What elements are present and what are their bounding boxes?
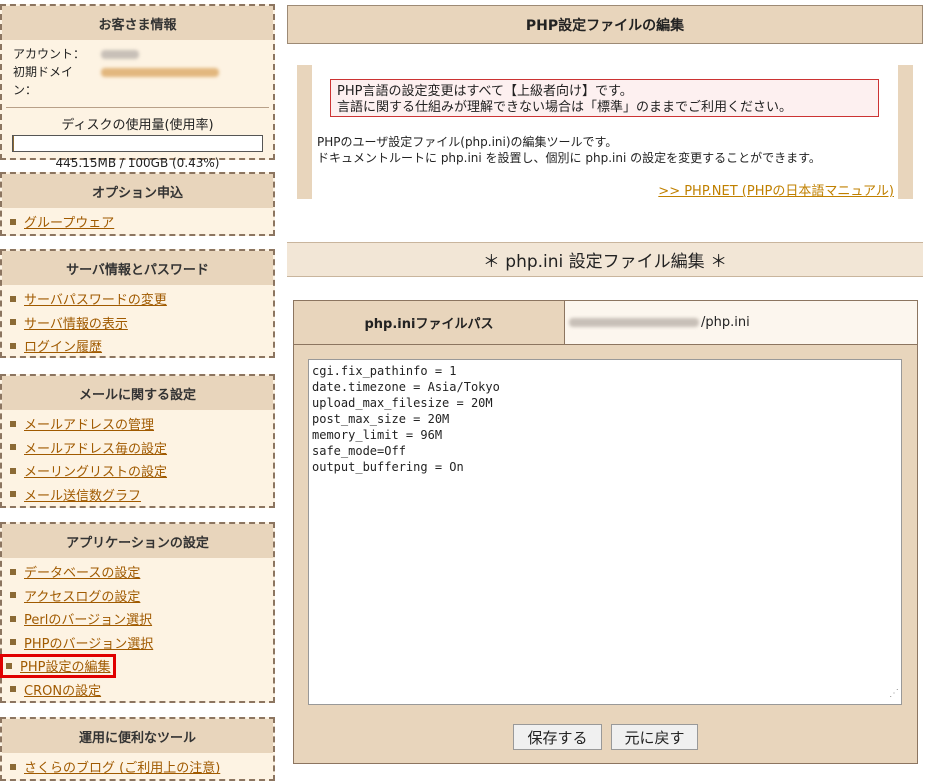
sidebar-link[interactable]: グループウェア [24, 212, 114, 231]
button-row: 保存する 元に戻す [294, 724, 917, 750]
path-suffix: /php.ini [701, 315, 750, 330]
info-panel: PHP言語の設定変更はすべて【上級者向け】です。 言語に関する仕組みが理解できな… [297, 65, 913, 199]
disk-usage-bar [12, 135, 263, 152]
revert-button[interactable]: 元に戻す [611, 724, 698, 750]
bullet-icon [10, 295, 16, 302]
tools-box: 運用に便利なツール さくらのブログ (ご利用上の注意) [0, 717, 275, 781]
bullet-icon [10, 615, 16, 622]
php-net-link[interactable]: >> PHP.NET (PHPの日本語マニュアル) [658, 180, 894, 199]
customer-info-box: お客さま情報 アカウント： 初期ドメイン： ディスクの使用量(使用率) 445.… [0, 4, 275, 170]
bullet-icon [10, 467, 16, 474]
bullet-icon [10, 420, 16, 427]
save-button[interactable]: 保存する [513, 724, 602, 750]
sidebar-link[interactable]: メール送信数グラフ [24, 485, 141, 504]
page-title: PHP設定ファイルの編集 [287, 5, 923, 44]
path-value: /php.ini [564, 301, 917, 344]
bullet-icon [10, 686, 16, 693]
description-line-2: ドキュメントルートに php.ini を設置し、個別に php.ini の設定を… [317, 151, 821, 165]
bullet-icon [6, 662, 12, 669]
code-line: cgi.fix_pathinfo = 1 [312, 364, 457, 378]
code-line: safe_mode=Off [312, 444, 406, 458]
sidebar-item-blog[interactable]: さくらのブログ (ご利用上の注意) [10, 755, 273, 779]
warning-line-1: PHP言語の設定変更はすべて【上級者向け】です。 [337, 84, 633, 99]
sidebar-link[interactable]: メールアドレスの管理 [24, 414, 154, 433]
sidebar-link[interactable]: サーバ情報の表示 [24, 313, 128, 332]
account-value-redacted [101, 50, 139, 59]
tools-title: 運用に便利なツール [2, 719, 273, 753]
sidebar-link[interactable]: サーバパスワードの変更 [24, 289, 167, 308]
domain-label: 初期ドメイン： [13, 65, 74, 97]
code-line: upload_max_filesize = 20M [312, 396, 493, 410]
sidebar-item-database[interactable]: データベースの設定 [10, 560, 273, 584]
path-label: php.iniファイルパス [364, 317, 494, 332]
description: PHPのユーザ設定ファイル(php.ini)の編集ツールです。 ドキュメントルー… [317, 134, 821, 166]
sidebar-item-php-version[interactable]: PHPのバージョン選択 [10, 631, 273, 655]
sidebar-link[interactable]: ログイン履歴 [24, 336, 102, 355]
sidebar-item-php-settings[interactable]: PHP設定の編集 [0, 653, 273, 678]
bullet-icon [10, 491, 16, 498]
domain-link-redacted[interactable] [101, 68, 219, 77]
path-row: php.iniファイルパス /php.ini [294, 301, 917, 345]
php-ini-textarea[interactable]: cgi.fix_pathinfo = 1 date.timezone = Asi… [308, 359, 902, 705]
sidebar-item-groupware[interactable]: グループウェア [10, 210, 273, 234]
sidebar-item-mailing-list[interactable]: メーリングリストの設定 [10, 459, 273, 483]
sidebar-link[interactable]: データベースの設定 [24, 562, 140, 581]
app-box: アプリケーションの設定 データベースの設定 アクセスログの設定 Perlのバージ… [0, 522, 275, 703]
bullet-icon [10, 763, 16, 770]
path-redacted [569, 318, 699, 327]
disk-usage-fill [13, 136, 15, 151]
resize-grip-icon[interactable]: ⋰ [889, 686, 899, 702]
bullet-icon [10, 218, 16, 225]
warning-box: PHP言語の設定変更はすべて【上級者向け】です。 言語に関する仕組みが理解できな… [330, 79, 879, 117]
divider [6, 107, 269, 108]
account-label: アカウント： [13, 47, 86, 61]
bullet-icon [10, 342, 16, 349]
code-line: post_max_size = 20M [312, 412, 450, 426]
code-line: output_buffering = On [312, 460, 464, 474]
sidebar-item-perl-version[interactable]: Perlのバージョン選択 [10, 607, 273, 631]
sidebar-link[interactable]: さくらのブログ (ご利用上の注意) [24, 757, 220, 776]
sidebar-item-mail-graph[interactable]: メール送信数グラフ [10, 483, 273, 507]
sidebar-item-login-history[interactable]: ログイン履歴 [10, 334, 273, 358]
bullet-icon [10, 568, 16, 575]
disk-usage-value: 445.15MB / 100GB (0.43%) [55, 156, 220, 170]
sidebar-link[interactable]: PHPのバージョン選択 [24, 633, 153, 652]
disk-usage-title: ディスクの使用量(使用率) [61, 118, 214, 133]
section-title: ＊ php.ini 設定ファイル編集 ＊ [287, 242, 923, 277]
sidebar-link[interactable]: CRONの設定 [24, 680, 101, 699]
sidebar-link[interactable]: PHP設定の編集 [20, 656, 110, 675]
bullet-icon [10, 639, 16, 646]
code-line: memory_limit = 96M [312, 428, 443, 442]
description-line-1: PHPのユーザ設定ファイル(php.ini)の編集ツールです。 [317, 135, 618, 149]
option-title: オプション申込 [2, 174, 273, 208]
sidebar-item-mail-each[interactable]: メールアドレス毎の設定 [10, 436, 273, 460]
customer-info-title: お客さま情報 [2, 6, 273, 40]
mail-box: メールに関する設定 メールアドレスの管理 メールアドレス毎の設定 メーリングリス… [0, 374, 275, 508]
bullet-icon [10, 592, 16, 599]
mail-title: メールに関する設定 [2, 376, 273, 410]
active-highlight: PHP設定の編集 [0, 653, 117, 678]
bullet-icon [10, 444, 16, 451]
editor-panel: php.iniファイルパス /php.ini cgi.fix_pathinfo … [293, 300, 918, 764]
sidebar-link[interactable]: メーリングリストの設定 [24, 461, 167, 480]
app-title: アプリケーションの設定 [2, 524, 273, 558]
sidebar-item-access-log[interactable]: アクセスログの設定 [10, 584, 273, 608]
sidebar-item-cron[interactable]: CRONの設定 [10, 678, 273, 702]
bullet-icon [10, 319, 16, 326]
sidebar-item-server-password[interactable]: サーバパスワードの変更 [10, 287, 273, 311]
sidebar-link[interactable]: メールアドレス毎の設定 [24, 438, 167, 457]
server-box: サーバ情報とパスワード サーバパスワードの変更 サーバ情報の表示 ログイン履歴 [0, 249, 275, 358]
sidebar-item-server-info[interactable]: サーバ情報の表示 [10, 311, 273, 335]
sidebar-link[interactable]: アクセスログの設定 [24, 586, 140, 605]
code-line: date.timezone = Asia/Tokyo [312, 380, 500, 394]
warning-line-2: 言語に関する仕組みが理解できない場合は「標準」のままでご利用ください。 [337, 100, 793, 115]
option-box: オプション申込 グループウェア [0, 172, 275, 236]
sidebar-item-mail-address[interactable]: メールアドレスの管理 [10, 412, 273, 436]
server-title: サーバ情報とパスワード [2, 251, 273, 285]
sidebar-link[interactable]: Perlのバージョン選択 [24, 609, 152, 628]
